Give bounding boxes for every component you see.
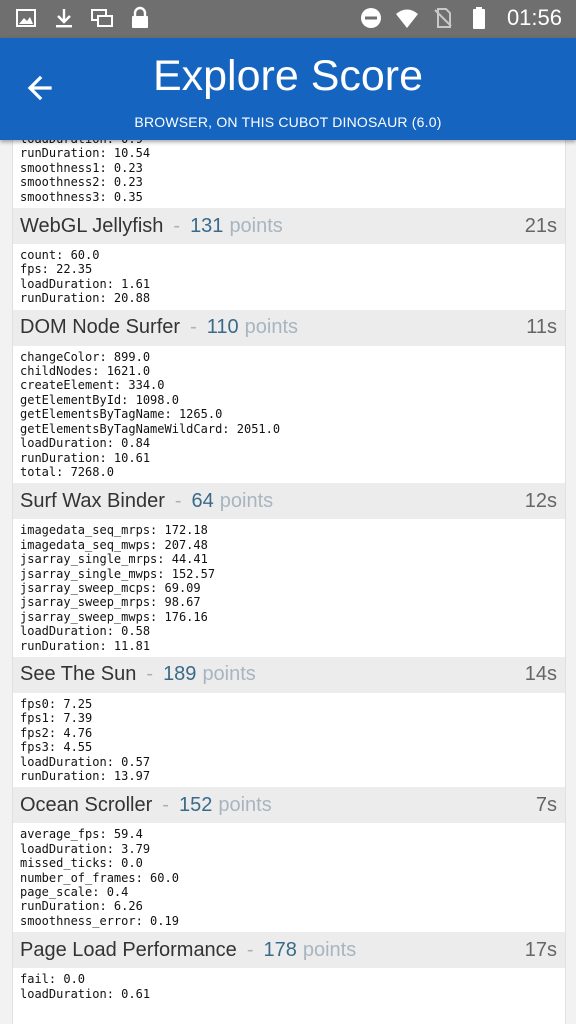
- do-not-disturb-icon: [360, 8, 381, 28]
- benchmark-card: See The Sun - 189 points 14s fps0: 7.25 …: [13, 656, 565, 788]
- benchmark-header[interactable]: WebGL Jellyfish - 131 points 21s: [13, 208, 565, 245]
- screens-icon: [91, 9, 113, 27]
- benchmark-duration: 17s: [524, 938, 557, 961]
- benchmark-metrics: changeColor: 899.0 childNodes: 1621.0 cr…: [13, 345, 565, 484]
- clock: 01:56: [506, 5, 562, 30]
- benchmark-header[interactable]: Surf Wax Binder - 64 points 12s: [13, 483, 565, 520]
- points-label: points: [229, 214, 283, 237]
- app-bar: Explore Score BROWSER, ON THIS CUBOT DIN…: [0, 38, 576, 140]
- points-label: points: [219, 489, 274, 512]
- benchmark-header[interactable]: See The Sun - 189 points 14s: [13, 656, 565, 693]
- benchmark-duration: 7s: [535, 793, 557, 816]
- benchmark-card: Surf Wax Binder - 64 points 12s imagedat…: [13, 483, 565, 657]
- benchmark-score: 64: [191, 489, 214, 512]
- image-icon: [16, 9, 36, 27]
- benchmark-metrics: fps0: 7.25 fps1: 7.39 fps2: 4.76 fps3: 4…: [13, 692, 565, 788]
- lock-icon: [132, 6, 148, 28]
- benchmark-name: Surf Wax Binder: [20, 489, 165, 512]
- results-scroll: loadDuration: 0.9 runDuration: 10.54 smo…: [13, 140, 565, 1006]
- system-icons: 01:56: [359, 5, 562, 31]
- benchmark-duration: 14s: [524, 663, 557, 686]
- points-label: points: [202, 663, 256, 686]
- benchmark-metrics: imagedata_seq_mrps: 172.18 imagedata_seq…: [13, 519, 565, 657]
- benchmark-score: 189: [163, 663, 197, 686]
- benchmark-card: Ocean Scroller - 152 points 7s average_f…: [13, 787, 565, 933]
- download-icon: [56, 9, 72, 28]
- benchmark-name: Ocean Scroller: [20, 793, 153, 816]
- points-label: points: [244, 316, 298, 339]
- benchmark-metrics: average_fps: 59.4 loadDuration: 3.79 mis…: [13, 823, 565, 933]
- benchmark-header[interactable]: Ocean Scroller - 152 points 7s: [13, 787, 565, 824]
- no-sim-icon: [434, 8, 452, 28]
- separator: -: [146, 663, 154, 686]
- benchmark-header[interactable]: Page Load Performance - 178 points 17s: [13, 932, 565, 969]
- points-label: points: [218, 793, 272, 816]
- results-list[interactable]: loadDuration: 0.9 runDuration: 10.54 smo…: [12, 140, 566, 1024]
- benchmark-duration: 11s: [526, 316, 557, 339]
- page-subtitle: BROWSER, ON THIS CUBOT DINOSAUR (6.0): [134, 114, 442, 130]
- battery-icon: [472, 7, 485, 29]
- benchmark-header[interactable]: DOM Node Surfer - 110 points 11s: [13, 309, 565, 346]
- benchmark-card: DOM Node Surfer - 110 points 11s changeC…: [13, 309, 565, 484]
- notification-icons: [14, 6, 152, 30]
- points-label: points: [302, 938, 357, 961]
- benchmark-name: WebGL Jellyfish: [20, 214, 164, 237]
- benchmark-score: 178: [263, 938, 297, 961]
- benchmark-score: 131: [190, 214, 224, 237]
- benchmark-metrics: loadDuration: 0.9 runDuration: 10.54 smo…: [13, 140, 565, 209]
- separator: -: [174, 489, 182, 512]
- benchmark-card: WebGL Jellyfish - 131 points 21s count: …: [13, 208, 565, 310]
- benchmark-name: See The Sun: [20, 663, 137, 686]
- benchmark-duration: 12s: [524, 489, 557, 512]
- status-bar: 01:56: [0, 0, 576, 38]
- page-title: Explore Score: [152, 52, 424, 100]
- separator: -: [246, 938, 254, 961]
- separator: -: [190, 316, 197, 339]
- separator: -: [173, 214, 181, 237]
- wifi-icon: [395, 9, 418, 28]
- benchmark-name: Page Load Performance: [20, 938, 237, 961]
- benchmark-card: Page Load Performance - 178 points 17s f…: [13, 932, 565, 1006]
- benchmark-score: 110: [206, 316, 239, 339]
- benchmark-metrics: fail: 0.0 loadDuration: 0.61: [13, 968, 565, 1006]
- benchmark-name: DOM Node Surfer: [20, 316, 181, 339]
- separator: -: [162, 793, 169, 816]
- benchmark-score: 152: [178, 793, 213, 816]
- benchmark-duration: 21s: [524, 214, 557, 237]
- benchmark-metrics: count: 60.0 fps: 22.35 loadDuration: 1.6…: [13, 244, 565, 310]
